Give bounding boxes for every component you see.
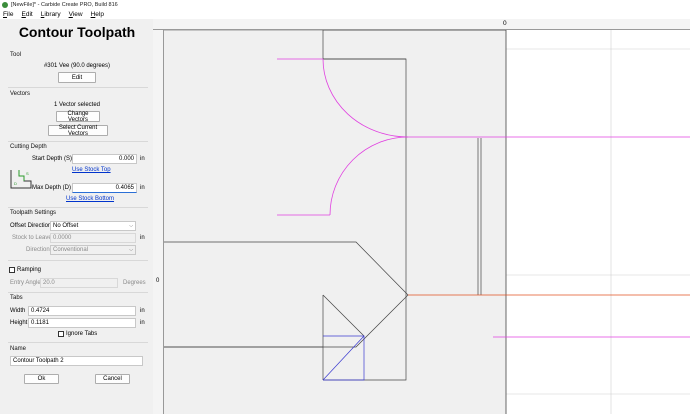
vectors-status: 1 Vector selected [53, 102, 101, 108]
entry-angle-unit: Degrees [123, 280, 146, 286]
max-depth-unit: in [140, 185, 145, 191]
stock-to-leave-unit: in [140, 235, 145, 241]
toolpath-settings-section-label: Toolpath Settings [10, 210, 57, 216]
tab-height-label: Height [10, 320, 28, 326]
start-depth-unit: in [140, 156, 145, 162]
separator [8, 342, 148, 343]
menu-help[interactable]: Help [91, 11, 104, 18]
entry-angle-label: Entry Angle [10, 280, 41, 286]
change-vectors-button[interactable]: Change Vectors [56, 111, 100, 123]
tool-section-label: Tool [10, 52, 22, 58]
ok-button[interactable]: Ok [24, 374, 59, 384]
tab-width-label: Width [10, 308, 26, 314]
tabs-section-label: Tabs [10, 295, 23, 301]
stock-area [164, 30, 506, 414]
design-canvas[interactable]: 0 0 [153, 19, 690, 414]
toolpath-panel: Contour Toolpath Tool #301 Vee (90.0 deg… [2, 19, 152, 409]
canvas-drawing [153, 29, 690, 414]
name-section-label: Name [10, 346, 27, 352]
menu-view[interactable]: View [69, 11, 83, 18]
separator [8, 87, 148, 88]
direction-select[interactable]: Conventional ⌵ [50, 245, 136, 255]
separator [8, 260, 148, 261]
window-title: [NewFile]* - Carbide Create PRO, Build 8… [11, 1, 118, 8]
tool-name: #301 Vee (90.0 degrees) [43, 63, 111, 69]
tab-width-unit: in [140, 308, 145, 314]
tab-height-input[interactable]: 0.1181 [28, 318, 136, 328]
ramping-checkbox[interactable] [9, 267, 15, 273]
toolpath-name-input[interactable]: Contour Toolpath 2 [10, 356, 143, 366]
cancel-button[interactable]: Cancel [95, 374, 130, 384]
tab-width-input[interactable]: 0.4724 [28, 306, 136, 316]
top-ruler-zero-label: 0 [503, 20, 507, 27]
select-current-vectors-button[interactable]: Select Current Vectors [48, 125, 108, 137]
separator [8, 292, 148, 293]
start-depth-input[interactable]: 0.000 [72, 154, 137, 164]
menu-library[interactable]: Library [41, 11, 61, 18]
start-depth-label: Start Depth (S) [32, 156, 73, 162]
ignore-tabs-label: Ignore Tabs [66, 331, 98, 337]
chevron-down-icon: ⌵ [129, 223, 133, 229]
svg-text:S: S [26, 171, 29, 176]
separator [8, 207, 148, 208]
offset-direction-label: Offset Direction [10, 223, 52, 229]
menu-bar: File Edit Library View Help [0, 9, 690, 19]
stock-to-leave-label: Stock to Leave [12, 235, 52, 241]
offset-direction-value: No Offset [53, 223, 79, 229]
vectors-section-label: Vectors [10, 91, 31, 97]
tab-height-unit: in [140, 320, 145, 326]
separator [8, 141, 148, 142]
direction-label: Direction [26, 247, 50, 253]
ramping-label: Ramping [17, 267, 42, 273]
panel-title: Contour Toolpath [18, 24, 136, 40]
ignore-tabs-checkbox[interactable] [58, 331, 64, 337]
depth-diagram-icon: S D [10, 170, 32, 189]
left-ruler-zero-label: 0 [156, 278, 160, 284]
cutting-depth-section-label: Cutting Depth [10, 144, 47, 150]
top-ruler [153, 19, 690, 30]
use-stock-bottom-link[interactable]: Use Stock Bottom [66, 196, 114, 202]
direction-value: Conventional [53, 247, 89, 253]
use-stock-top-link[interactable]: Use Stock Top [72, 167, 111, 173]
max-depth-input[interactable]: 0.4065 [72, 183, 137, 193]
svg-text:D: D [14, 181, 17, 186]
chevron-down-icon: ⌵ [129, 247, 133, 253]
offset-direction-select[interactable]: No Offset ⌵ [50, 221, 136, 231]
left-ruler [153, 30, 164, 414]
menu-edit[interactable]: Edit [22, 11, 33, 18]
entry-angle-input[interactable]: 20.0 [40, 278, 118, 288]
app-logo-icon [2, 1, 8, 8]
stock-to-leave-input[interactable]: 0.0000 [50, 233, 136, 243]
edit-tool-button[interactable]: Edit [58, 72, 96, 83]
max-depth-label: Max Depth (D) [32, 185, 72, 191]
window-titlebar: [NewFile]* - Carbide Create PRO, Build 8… [0, 0, 690, 9]
menu-file[interactable]: File [3, 11, 14, 18]
